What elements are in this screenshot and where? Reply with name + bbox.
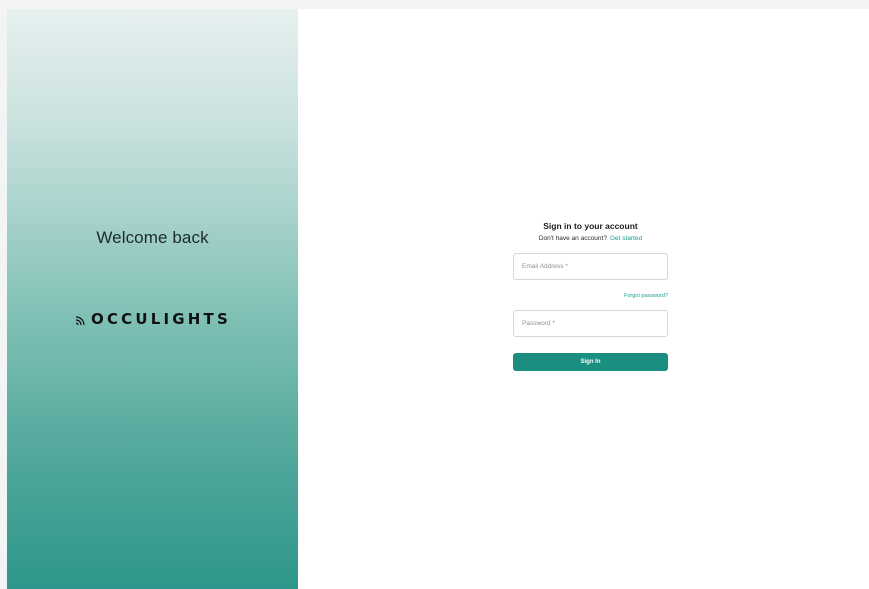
password-field-wrapper [513, 310, 668, 337]
signal-waves-icon [75, 315, 85, 325]
signin-panel: Sign in to your account Don't have an ac… [298, 9, 869, 589]
forgot-password-link[interactable]: Forgot password? [513, 293, 668, 299]
form-title: Sign in to your account [543, 221, 638, 231]
sign-in-button[interactable]: Sign In [513, 353, 668, 371]
email-field-wrapper [513, 253, 668, 280]
welcome-heading: Welcome back [96, 228, 209, 247]
no-account-text: Don't have an account? [538, 235, 607, 242]
signup-prompt: Don't have an account? Get started [513, 235, 668, 242]
logo-wordmark: OCCULIGHTS [91, 310, 231, 328]
brand-logo: OCCULIGHTS [7, 310, 298, 328]
welcome-panel: Welcome back OCCULIGHTS [7, 9, 298, 589]
signin-form: Sign in to your account Don't have an ac… [513, 219, 668, 371]
get-started-link[interactable]: Get started [610, 235, 642, 242]
email-field[interactable] [522, 263, 659, 270]
password-field[interactable] [522, 320, 659, 327]
page: Welcome back OCCULIGHTS Sign in to your … [0, 0, 869, 589]
